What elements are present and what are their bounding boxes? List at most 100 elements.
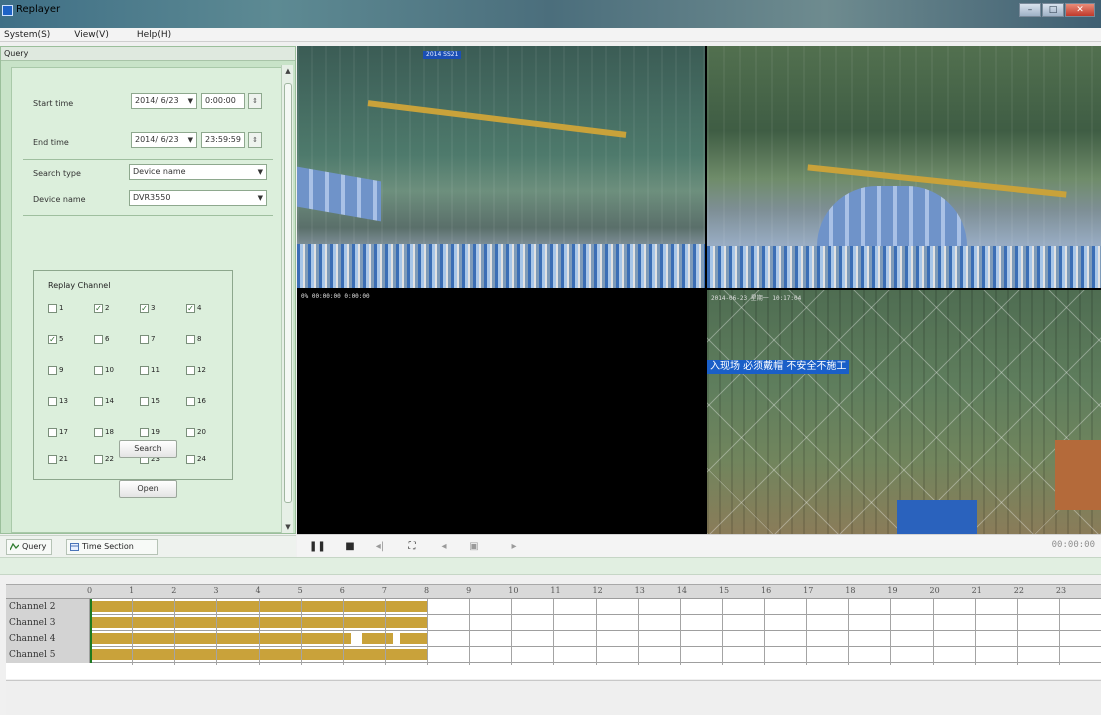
channel-checkbox-label: 18 (105, 428, 114, 436)
device-name-select[interactable]: DVR3550 ▼ (129, 190, 267, 206)
stop-button[interactable]: ■ (343, 540, 357, 553)
channel-checkbox-12[interactable]: 12 (186, 365, 226, 377)
channel-checkbox-6[interactable]: 6 (94, 334, 134, 346)
menu-system[interactable]: System(S) (0, 28, 60, 41)
recording-segment[interactable] (92, 633, 352, 644)
snapshot-icon[interactable]: ▣ (467, 540, 481, 553)
end-time-spinner[interactable]: ⇕ (248, 132, 262, 148)
start-time-spinner[interactable]: ⇕ (248, 93, 262, 109)
tab-time-section[interactable]: Time Section (66, 539, 158, 555)
channel-checkbox-1[interactable]: 1 (48, 303, 88, 315)
channel-checkbox-16[interactable]: 16 (186, 396, 226, 408)
scroll-down-icon[interactable]: ▼ (282, 521, 294, 533)
minimize-button[interactable]: – (1019, 3, 1041, 17)
slow-button[interactable]: ◂| (373, 540, 387, 553)
panel-scrollbar[interactable]: ▲ ▼ (281, 65, 293, 533)
checkbox-checked-icon[interactable]: ✓ (94, 303, 103, 313)
channel-checkbox-19[interactable]: 19 (140, 427, 180, 439)
checkbox-unchecked-icon[interactable] (48, 454, 57, 464)
recording-segment[interactable] (92, 601, 427, 612)
hour-tick-label: 12 (592, 586, 603, 595)
checkbox-unchecked-icon[interactable] (94, 454, 103, 464)
checkbox-unchecked-icon[interactable] (186, 454, 195, 464)
maximize-button[interactable]: □ (1042, 3, 1064, 17)
checkbox-unchecked-icon[interactable] (48, 427, 57, 437)
start-time-field[interactable]: 0:00:00 (201, 93, 245, 109)
checkbox-checked-icon[interactable]: ✓ (48, 334, 57, 344)
hour-gridline (174, 599, 176, 665)
channel-checkbox-3[interactable]: ✓ 3 (140, 303, 180, 315)
checkbox-unchecked-icon[interactable] (186, 365, 195, 375)
divider (23, 159, 273, 160)
checkbox-unchecked-icon[interactable] (140, 365, 149, 375)
channel-checkbox-13[interactable]: 13 (48, 396, 88, 408)
window-controls: – □ ✕ (1018, 3, 1095, 17)
start-date-field[interactable]: 2014/ 6/23 ▼ (131, 93, 197, 109)
menu-help[interactable]: Help(H) (133, 28, 181, 41)
video-view-4[interactable]: 2014-06-23 星期一 10:17:04 入现场 必须戴帽 不安全不施工 (707, 290, 1101, 534)
channel-checkbox-9[interactable]: 9 (48, 365, 88, 377)
pause-button[interactable]: ❚❚ (309, 540, 326, 553)
checkbox-unchecked-icon[interactable] (186, 334, 195, 344)
channel-checkbox-11[interactable]: 11 (140, 365, 180, 377)
search-type-select[interactable]: Device name ▼ (129, 164, 267, 180)
timeline-playhead[interactable] (90, 599, 92, 663)
video-view-3[interactable]: 0% 00:00:00 0:00:00 (297, 290, 705, 534)
channel-checkbox-2[interactable]: ✓ 2 (94, 303, 134, 315)
recording-segment[interactable] (92, 649, 427, 660)
checkbox-unchecked-icon[interactable] (140, 334, 149, 344)
fullscreen-button[interactable]: ⛶ (405, 540, 419, 553)
channel-checkbox-17[interactable]: 17 (48, 427, 88, 439)
hour-gridline (806, 599, 808, 665)
tab-query[interactable]: Query (6, 539, 53, 555)
window-titlebar: Replayer – □ ✕ (0, 0, 1101, 28)
channel-checkbox-8[interactable]: 8 (186, 334, 226, 346)
video-timestamp: 2014-06-23 星期一 10:17:04 (711, 295, 802, 302)
checkbox-unchecked-icon[interactable] (186, 427, 195, 437)
checkbox-unchecked-icon[interactable] (94, 427, 103, 437)
channel-checkbox-18[interactable]: 18 (94, 427, 134, 439)
scroll-up-icon[interactable]: ▲ (282, 65, 294, 77)
site-fence (707, 246, 1101, 288)
recording-segment[interactable] (399, 633, 427, 644)
open-button[interactable]: Open (119, 480, 177, 498)
recording-timeline[interactable]: 0 1 2 3 4 5 6 7 8 9 10 11 12 13 14 15 16 17 18 19 20 21 22 23 C… (6, 584, 1101, 679)
hour-gridline (427, 599, 428, 665)
checkbox-checked-icon[interactable]: ✓ (186, 303, 195, 313)
checkbox-unchecked-icon[interactable] (48, 396, 57, 406)
channel-checkbox-5[interactable]: ✓ 5 (48, 334, 88, 346)
checkbox-unchecked-icon[interactable] (94, 334, 103, 344)
channel-checkbox-4[interactable]: ✓ 4 (186, 303, 226, 315)
channel-checkbox-7[interactable]: 7 (140, 334, 180, 346)
checkbox-unchecked-icon[interactable] (94, 396, 103, 406)
end-date-field[interactable]: 2014/ 6/23 ▼ (131, 132, 197, 148)
menu-view[interactable]: View(V) (70, 28, 119, 41)
channel-checkbox-24[interactable]: 24 (186, 454, 226, 466)
checkbox-unchecked-icon[interactable] (48, 365, 57, 375)
fast-button[interactable]: ▸ (507, 540, 521, 553)
search-button[interactable]: Search (119, 440, 177, 458)
hour-gridline (553, 599, 555, 665)
blue-roof (817, 186, 967, 246)
video-view-1[interactable]: 2014 SS21 (297, 46, 705, 288)
hour-gridline (1058, 599, 1060, 665)
video-view-2[interactable] (707, 46, 1101, 288)
checkbox-unchecked-icon[interactable] (140, 396, 149, 406)
checkbox-unchecked-icon[interactable] (140, 427, 149, 437)
channel-checkbox-21[interactable]: 21 (48, 454, 88, 466)
checkbox-unchecked-icon[interactable] (94, 365, 103, 375)
scrollbar-thumb[interactable] (284, 83, 292, 503)
checkbox-unchecked-icon[interactable] (48, 303, 57, 313)
channel-checkbox-20[interactable]: 20 (186, 427, 226, 439)
menu-bar: System(S) View(V) Help(H) (0, 28, 1101, 42)
close-button[interactable]: ✕ (1065, 3, 1095, 17)
checkbox-checked-icon[interactable]: ✓ (140, 303, 149, 313)
volume-icon[interactable]: ◂ (437, 540, 451, 553)
recording-segment[interactable] (92, 617, 427, 628)
checkbox-unchecked-icon[interactable] (186, 396, 195, 406)
recording-segment[interactable] (361, 633, 394, 644)
channel-checkbox-15[interactable]: 15 (140, 396, 180, 408)
channel-checkbox-10[interactable]: 10 (94, 365, 134, 377)
channel-checkbox-14[interactable]: 14 (94, 396, 134, 408)
end-time-field[interactable]: 23:59:59 (201, 132, 245, 148)
